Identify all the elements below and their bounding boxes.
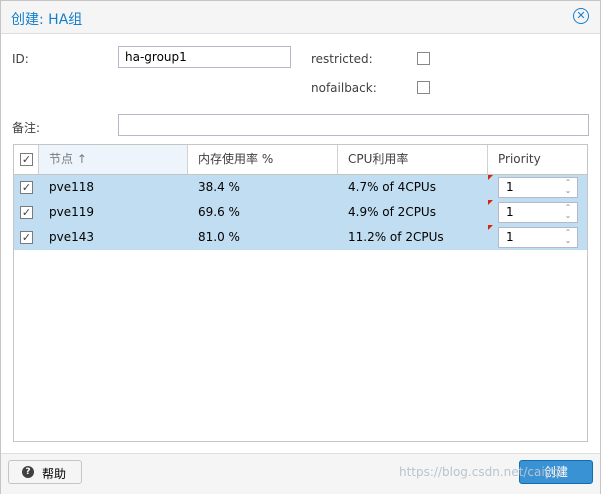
cpu-usage: 11.2% of 2CPUs	[348, 230, 444, 244]
priority-value: 1	[506, 230, 514, 244]
nofailback-checkbox[interactable]	[417, 81, 430, 94]
memory-usage: 81.0 %	[198, 230, 240, 244]
row-checkbox[interactable]: ✓	[20, 206, 33, 219]
restricted-checkbox[interactable]	[417, 52, 430, 65]
help-button-label: 帮助	[42, 467, 67, 481]
column-header-node[interactable]: 节点 ↑	[39, 145, 188, 174]
memory-usage: 69.6 %	[198, 205, 240, 219]
dirty-marker	[488, 225, 493, 230]
node-grid: ✓ 节点 ↑ 内存使用率 % CPU利用率 Priority ✓ pve118 …	[13, 144, 588, 442]
table-row[interactable]: ✓ pve143 81.0 % 11.2% of 2CPUs 1 ⌃ ⌄	[14, 225, 587, 250]
question-circle-icon: ?	[22, 466, 34, 478]
node-name: pve119	[49, 205, 95, 219]
select-all-checkbox[interactable]: ✓	[20, 153, 33, 166]
column-header-cpu[interactable]: CPU利用率	[338, 145, 488, 174]
priority-stepper[interactable]: 1 ⌃ ⌄	[498, 177, 578, 198]
create-ha-group-dialog: 创建: HA组 ✕ ID: restricted: nofailback: 备注…	[0, 0, 601, 494]
dialog-titlebar: 创建: HA组 ✕	[1, 1, 600, 34]
priority-value: 1	[506, 180, 514, 194]
row-checkbox[interactable]: ✓	[20, 181, 33, 194]
watermark: https://blog.csdn.net/caiyqn	[399, 465, 567, 479]
cpu-usage: 4.7% of 4CPUs	[348, 180, 436, 194]
node-name: pve118	[49, 180, 95, 194]
id-label: ID:	[12, 52, 29, 66]
nofailback-label: nofailback:	[311, 81, 377, 95]
close-icon[interactable]: ✕	[573, 8, 589, 24]
cpu-usage: 4.9% of 2CPUs	[348, 205, 436, 219]
stepper-arrows-icon[interactable]: ⌃ ⌄	[563, 204, 573, 221]
select-all-header[interactable]: ✓	[14, 145, 39, 174]
id-input[interactable]	[118, 46, 291, 68]
restricted-label: restricted:	[311, 52, 373, 66]
help-button[interactable]: ? 帮助	[8, 460, 82, 484]
priority-stepper[interactable]: 1 ⌃ ⌄	[498, 202, 578, 223]
priority-value: 1	[506, 205, 514, 219]
column-header-priority[interactable]: Priority	[488, 145, 587, 174]
stepper-arrows-icon[interactable]: ⌃ ⌄	[563, 229, 573, 246]
comment-label: 备注:	[12, 121, 41, 135]
row-checkbox[interactable]: ✓	[20, 231, 33, 244]
dirty-marker	[488, 200, 493, 205]
column-header-memory[interactable]: 内存使用率 %	[188, 145, 338, 174]
node-name: pve143	[49, 230, 95, 244]
priority-stepper[interactable]: 1 ⌃ ⌄	[498, 227, 578, 248]
dialog-title: 创建: HA组	[11, 12, 83, 28]
table-row[interactable]: ✓ pve118 38.4 % 4.7% of 4CPUs 1 ⌃ ⌄	[14, 175, 587, 200]
grid-header: ✓ 节点 ↑ 内存使用率 % CPU利用率 Priority	[14, 145, 587, 175]
dirty-marker	[488, 175, 493, 180]
memory-usage: 38.4 %	[198, 180, 240, 194]
comment-input[interactable]	[118, 114, 589, 136]
table-row[interactable]: ✓ pve119 69.6 % 4.9% of 2CPUs 1 ⌃ ⌄	[14, 200, 587, 225]
stepper-arrows-icon[interactable]: ⌃ ⌄	[563, 179, 573, 196]
